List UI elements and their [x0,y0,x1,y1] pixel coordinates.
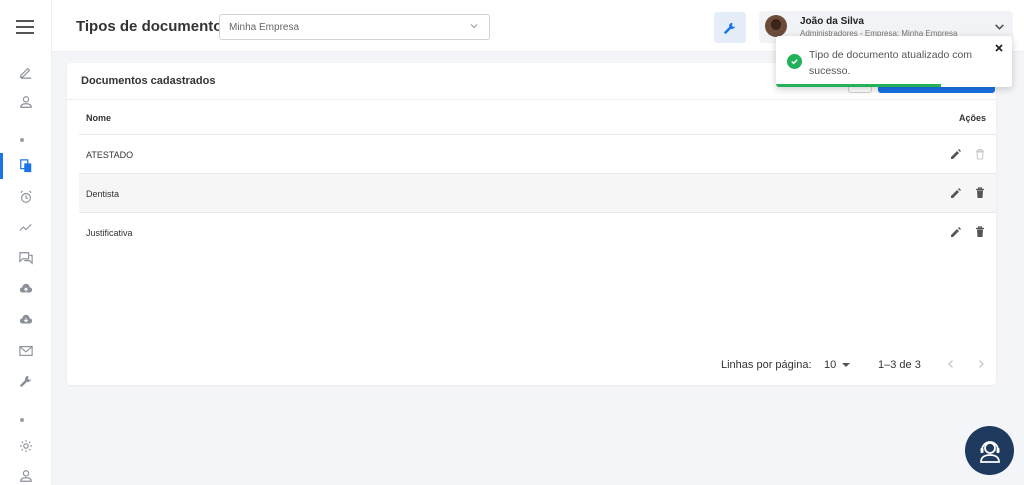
sidebar-item-tools[interactable] [0,366,52,396]
tools-button[interactable] [714,12,746,43]
chat-icon [19,252,33,265]
sidebar-item-alarm[interactable] [0,182,52,212]
user-icon [20,470,32,482]
check-circle-icon [787,54,802,69]
user-icon [20,96,32,108]
sidebar-item-documents[interactable] [0,151,52,181]
sidebar-separator-dot [20,138,24,142]
delete-icon[interactable] [974,148,986,160]
card-title: Documentos cadastrados [81,75,216,87]
mail-icon [19,346,33,356]
sidebar-item-reports[interactable] [0,212,52,242]
chevron-down-icon [995,24,1004,30]
edit-icon[interactable] [950,187,962,199]
rows-per-page-select[interactable]: 10 [824,359,836,371]
cloud-upload-icon [19,283,33,293]
column-header-name: Nome [86,113,112,123]
table-row: ATESTADO [79,135,996,174]
table-row: Justificativa [79,213,996,252]
pencil-icon [20,67,32,79]
hamburger-icon [16,20,34,22]
page-range: 1–3 de 3 [878,359,921,371]
cell-name: Justificativa [86,228,133,238]
sidebar-separator-dot [20,418,24,422]
sidebar-item-upload[interactable] [0,274,52,304]
cloud-download-icon [19,314,33,324]
sidebar-item-account[interactable] [0,461,52,485]
wrench-icon [723,22,736,34]
table-row: Dentista [79,174,996,213]
company-select[interactable]: Minha Empresa [219,14,490,40]
rows-per-page-label: Linhas por página: [721,359,812,371]
chart-line-icon [19,223,32,231]
sidebar-item-settings[interactable] [0,431,52,461]
edit-icon[interactable] [950,226,962,238]
support-button[interactable] [965,426,1014,475]
delete-icon[interactable] [974,226,986,238]
table-header: Nome Ações [79,100,996,135]
headset-support-icon [979,440,1000,463]
pagination: Linhas por página: 10 1–3 de 3 [67,351,996,371]
sidebar-item-mail[interactable] [0,336,52,366]
documents-table: Nome Ações ATESTADO Dentista Justificati… [79,100,996,252]
sidebar-item-profile[interactable] [0,87,52,117]
success-toast: Tipo de documento atualizado com sucesso… [776,36,1012,87]
cell-name: ATESTADO [86,150,134,160]
hamburger-line [16,26,34,28]
chevron-right-icon[interactable] [975,358,987,370]
close-icon[interactable] [994,43,1004,53]
chevron-down-icon [470,24,478,29]
menu-button[interactable] [16,20,34,36]
delete-icon[interactable] [974,187,986,199]
sidebar-item-download[interactable] [0,305,52,335]
edit-icon[interactable] [950,148,962,160]
cell-name: Dentista [86,189,120,199]
alarm-clock-icon [20,190,32,203]
caret-down-icon [842,363,850,367]
column-header-actions: Ações [958,113,986,123]
toast-progress-bar [776,84,942,87]
wrench-icon [19,375,32,388]
documents-card: Documentos cadastrados Nome Ações ATESTA… [67,63,996,385]
sidebar-item-edit[interactable] [0,57,52,87]
user-name: João da Silva [800,16,864,27]
documents-icon [20,159,32,173]
avatar [765,15,787,37]
company-select-value: Minha Empresa [229,22,300,33]
sidebar-item-messages[interactable] [0,243,52,273]
chevron-left-icon[interactable] [945,358,957,370]
sidebar [0,0,52,485]
page-title: Tipos de documentos [76,18,231,35]
toast-message: Tipo de documento atualizado com sucesso… [809,49,973,77]
hamburger-line [16,32,34,34]
gear-icon [19,439,33,453]
